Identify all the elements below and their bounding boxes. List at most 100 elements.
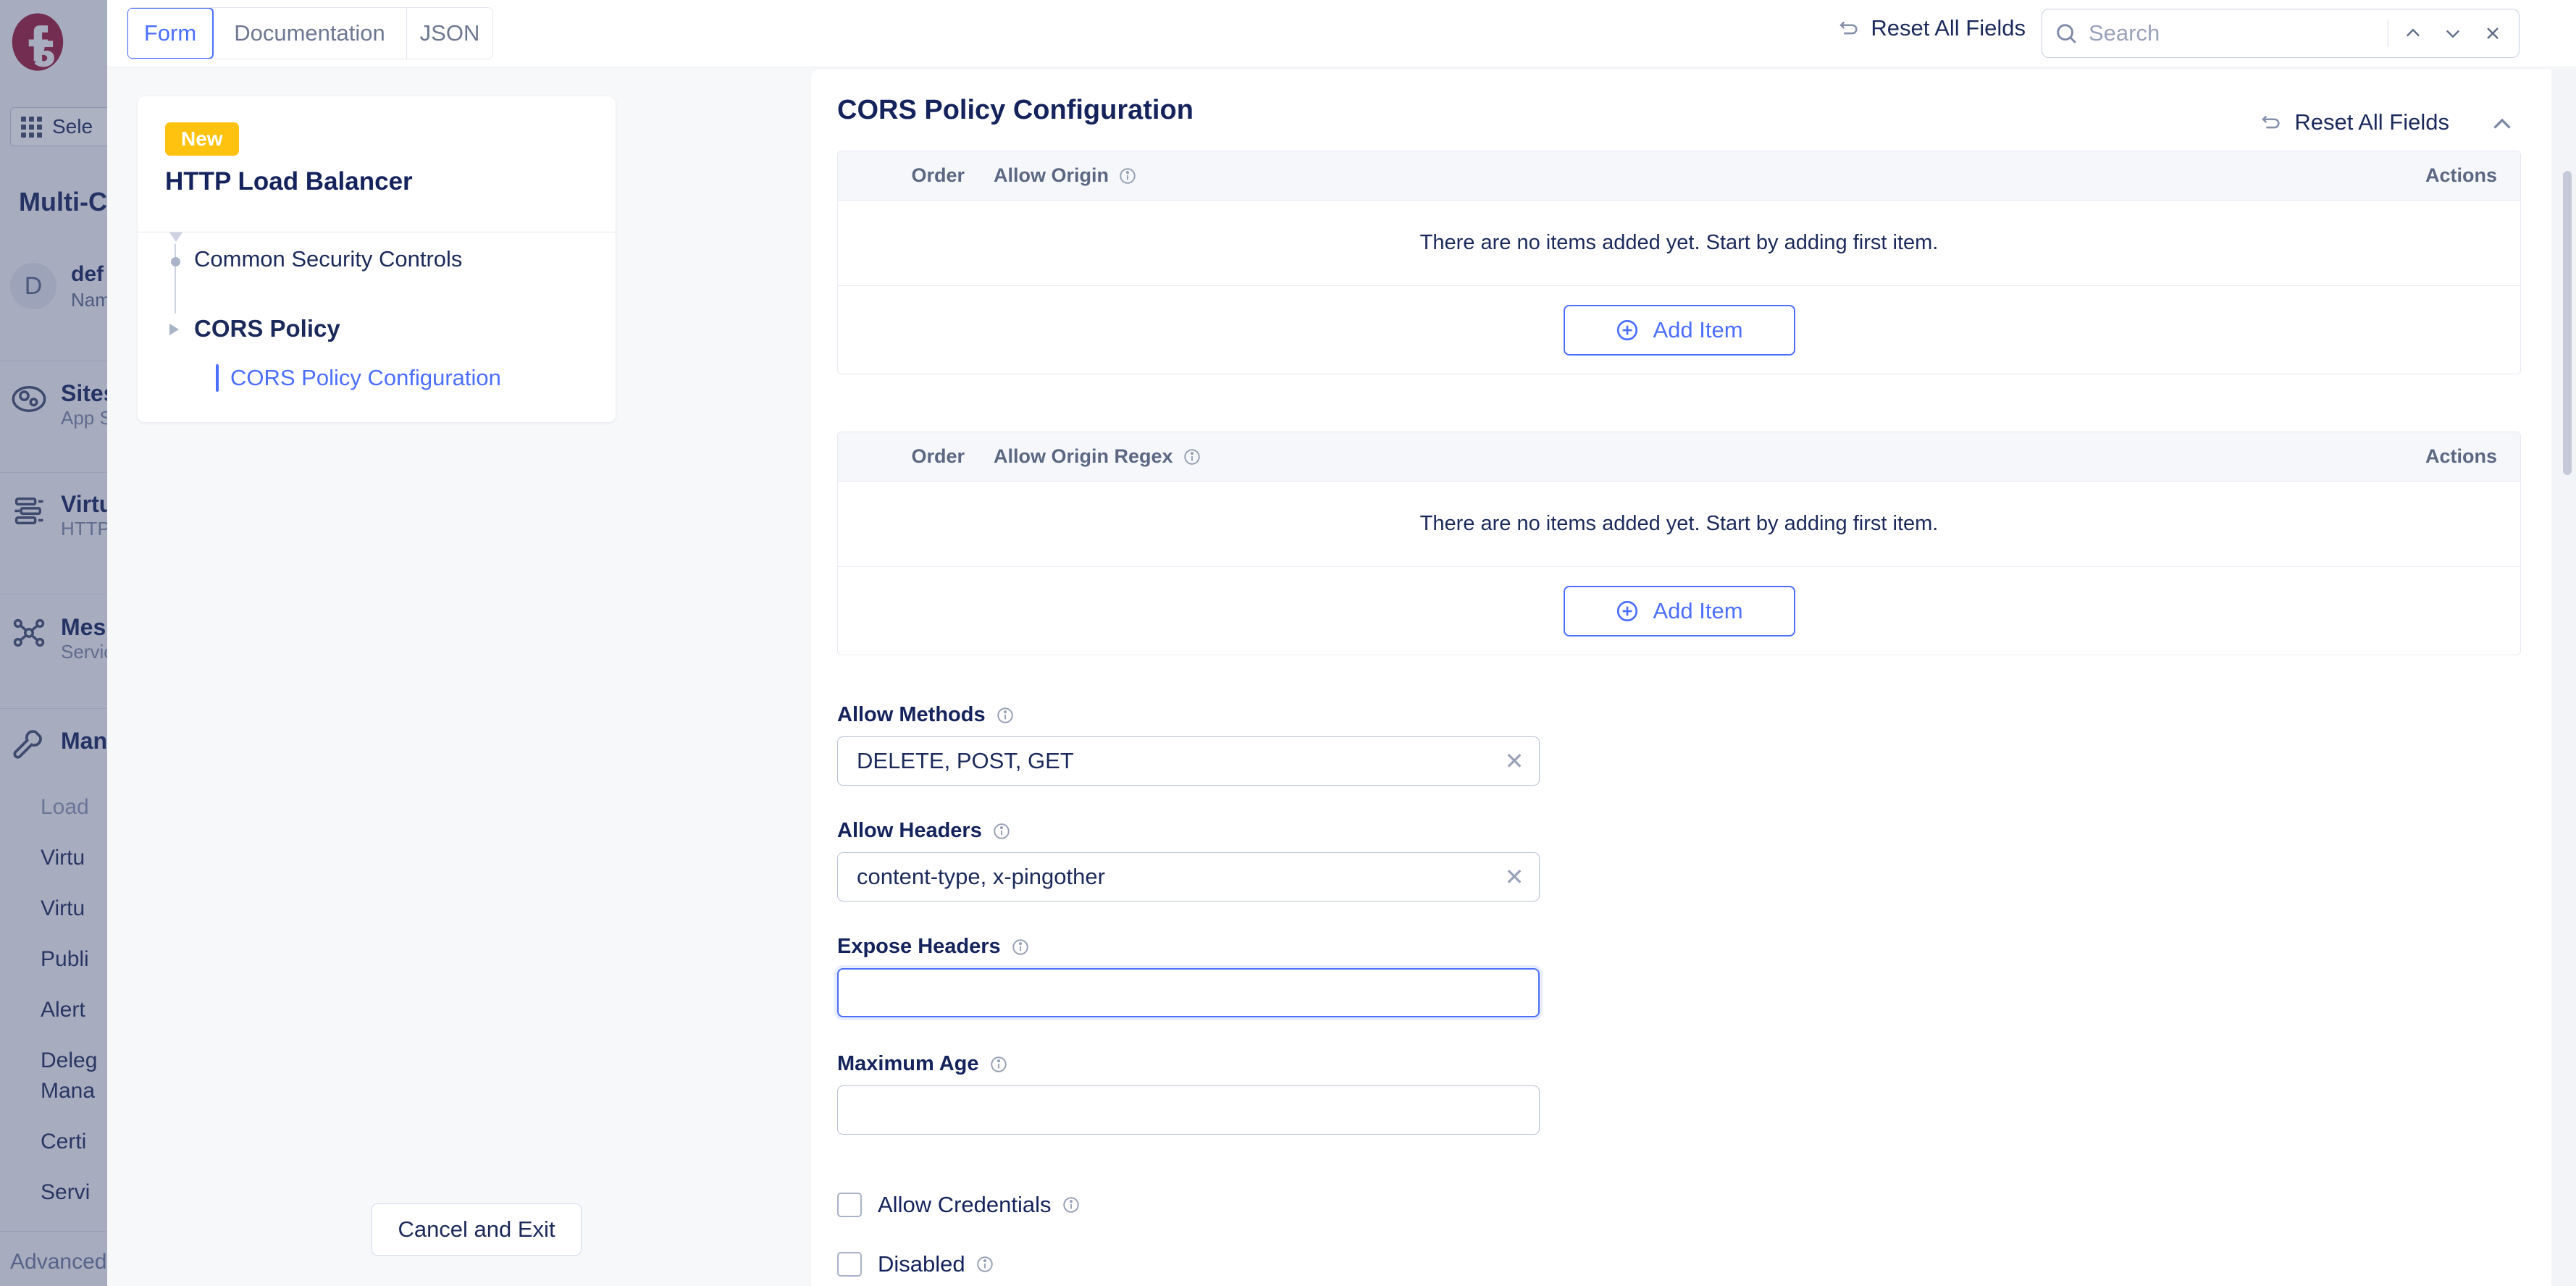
chevron-up-icon xyxy=(2407,28,2420,37)
info-icon[interactable] xyxy=(1011,938,1030,957)
content-card: CORS Policy Configuration Reset All Fiel… xyxy=(811,70,2576,1286)
info-icon[interactable] xyxy=(996,706,1015,725)
search-input[interactable] xyxy=(2089,20,2378,46)
column-header-order: Order xyxy=(911,445,965,467)
column-header-allow-origin-label: Allow Origin xyxy=(994,164,1109,186)
disabled-checkbox[interactable] xyxy=(837,1252,862,1277)
tree-item-cors-policy[interactable]: CORS Policy xyxy=(138,311,616,347)
tree-item-label: Common Security Controls xyxy=(194,246,463,272)
column-header-allow-origin-regex: Allow Origin Regex xyxy=(994,445,1201,468)
reset-all-fields-label-top: Reset All Fields xyxy=(1871,15,2026,41)
table-empty-message: There are no items added yet. Start by a… xyxy=(838,482,2520,567)
chevron-down-icon xyxy=(2446,30,2459,38)
expose-headers-input[interactable] xyxy=(857,980,1530,1006)
add-item-label: Add Item xyxy=(1653,597,1743,623)
view-mode-tabs: Form Documentation JSON xyxy=(127,7,493,59)
allow-methods-field: Allow Methods ✕ xyxy=(837,703,1540,786)
tab-json[interactable]: JSON xyxy=(407,8,492,59)
allow-headers-input[interactable] xyxy=(857,864,1498,890)
allow-credentials-checkbox[interactable] xyxy=(837,1193,862,1217)
chevron-up-icon xyxy=(2493,118,2511,129)
reset-all-fields-button-top[interactable]: Reset All Fields xyxy=(1836,15,2026,41)
allow-origin-table: Order Allow Origin Actions There are no … xyxy=(837,151,2521,374)
expose-headers-label-text: Expose Headers xyxy=(837,935,1001,958)
cancel-and-exit-button[interactable]: Cancel and Exit xyxy=(372,1203,582,1256)
new-badge: New xyxy=(165,122,239,156)
info-icon[interactable] xyxy=(989,1055,1008,1074)
tree-item-cors-policy-configuration[interactable]: CORS Policy Configuration xyxy=(138,360,616,396)
allow-headers-label: Allow Headers xyxy=(837,819,1540,843)
search-icon xyxy=(2057,24,2076,43)
clear-allow-methods-icon[interactable]: ✕ xyxy=(1498,745,1530,777)
info-icon[interactable] xyxy=(976,1255,994,1274)
add-item-button-allow-origin[interactable]: Add Item xyxy=(1563,304,1795,356)
wizard-navigation-card: New HTTP Load Balancer Common Security C… xyxy=(138,96,616,422)
search-prev-button[interactable] xyxy=(2399,17,2428,49)
reset-all-fields-button-section[interactable]: Reset All Fields xyxy=(2258,109,2449,135)
table-header-row: Order Allow Origin Regex Actions xyxy=(838,432,2520,482)
reset-arrow-icon xyxy=(1839,21,1858,35)
info-icon[interactable] xyxy=(1062,1195,1081,1214)
allow-headers-label-text: Allow Headers xyxy=(837,819,982,842)
allow-origin-regex-table: Order Allow Origin Regex Actions There a… xyxy=(837,432,2521,655)
info-icon[interactable] xyxy=(1118,167,1137,185)
search-close-button[interactable] xyxy=(2478,17,2507,49)
content-scrollbar-track[interactable] xyxy=(2551,70,2576,1286)
search-next-button[interactable] xyxy=(2438,17,2468,49)
plus-circle-icon xyxy=(1617,600,1638,621)
allow-headers-field: Allow Headers ✕ xyxy=(837,819,1540,902)
tree-item-common-security-controls[interactable]: Common Security Controls xyxy=(138,241,616,277)
table-empty-message: There are no items added yet. Start by a… xyxy=(838,201,2520,286)
disabled-row[interactable]: Disabled xyxy=(837,1251,994,1277)
content-scrollbar-thumb[interactable] xyxy=(2563,171,2572,475)
allow-credentials-label-text: Allow Credentials xyxy=(878,1192,1052,1217)
column-header-order: Order xyxy=(911,164,965,186)
close-icon xyxy=(2486,28,2499,39)
expose-headers-field: Expose Headers xyxy=(837,935,1540,1017)
allow-methods-input-wrapper[interactable]: ✕ xyxy=(837,736,1540,786)
allow-methods-input[interactable] xyxy=(857,748,1498,774)
search-box[interactable] xyxy=(2042,9,2520,58)
add-item-button-allow-origin-regex[interactable]: Add Item xyxy=(1563,585,1795,636)
info-icon[interactable] xyxy=(1183,447,1201,466)
wizard-step-tree: Common Security Controls CORS Policy COR… xyxy=(138,232,616,396)
maximum-age-label-text: Maximum Age xyxy=(837,1052,979,1075)
allow-methods-label: Allow Methods xyxy=(837,703,1540,727)
tab-form[interactable]: Form xyxy=(127,8,214,59)
maximum-age-field: Maximum Age xyxy=(837,1052,1540,1135)
wizard-panel: Form Documentation JSON Reset All Fields xyxy=(107,0,2576,1286)
allow-headers-input-wrapper[interactable]: ✕ xyxy=(837,852,1540,902)
reset-all-fields-label-section: Reset All Fields xyxy=(2294,109,2449,135)
disabled-label: Disabled xyxy=(878,1251,994,1277)
allow-credentials-row[interactable]: Allow Credentials xyxy=(837,1192,1081,1218)
collapse-section-button[interactable] xyxy=(2485,107,2520,142)
column-header-actions: Actions xyxy=(2425,164,2497,186)
clear-allow-headers-icon[interactable]: ✕ xyxy=(1498,861,1530,893)
table-footer: Add Item xyxy=(838,286,2520,374)
info-icon[interactable] xyxy=(992,822,1011,841)
allow-credentials-label: Allow Credentials xyxy=(878,1192,1081,1218)
plus-circle-icon xyxy=(1617,319,1638,340)
tab-documentation[interactable]: Documentation xyxy=(213,8,407,59)
column-header-actions: Actions xyxy=(2425,445,2497,467)
maximum-age-label: Maximum Age xyxy=(837,1052,1540,1076)
disabled-label-text: Disabled xyxy=(878,1251,965,1277)
tree-item-label: CORS Policy Configuration xyxy=(230,365,501,390)
tree-selected-indicator xyxy=(216,364,219,392)
maximum-age-input[interactable] xyxy=(857,1097,1530,1123)
reset-arrow-icon xyxy=(2262,115,2280,129)
column-header-allow-origin: Allow Origin xyxy=(994,164,1137,187)
add-item-label: Add Item xyxy=(1653,316,1743,342)
allow-methods-label-text: Allow Methods xyxy=(837,703,986,726)
column-header-allow-origin-regex-label: Allow Origin Regex xyxy=(994,445,1173,467)
table-header-row: Order Allow Origin Actions xyxy=(838,151,2520,201)
page-title: CORS Policy Configuration xyxy=(837,95,1193,125)
table-footer: Add Item xyxy=(838,567,2520,655)
tree-arrow-icon xyxy=(169,324,179,335)
tree-dot-icon xyxy=(171,257,180,266)
maximum-age-input-wrapper[interactable] xyxy=(837,1085,1540,1135)
wizard-topbar: Form Documentation JSON Reset All Fields xyxy=(107,0,2576,67)
expose-headers-input-wrapper[interactable] xyxy=(837,968,1540,1017)
wizard-object-title: HTTP Load Balancer xyxy=(165,167,413,196)
expose-headers-label: Expose Headers xyxy=(837,935,1540,959)
